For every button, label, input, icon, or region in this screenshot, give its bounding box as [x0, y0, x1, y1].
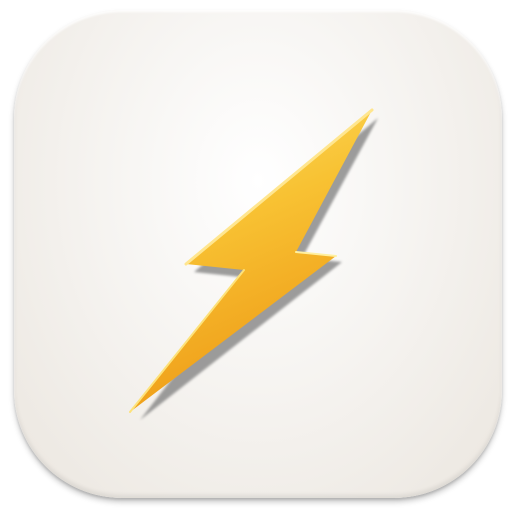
lightning-bolt-icon	[129, 108, 378, 420]
app-icon-canvas	[0, 0, 512, 512]
